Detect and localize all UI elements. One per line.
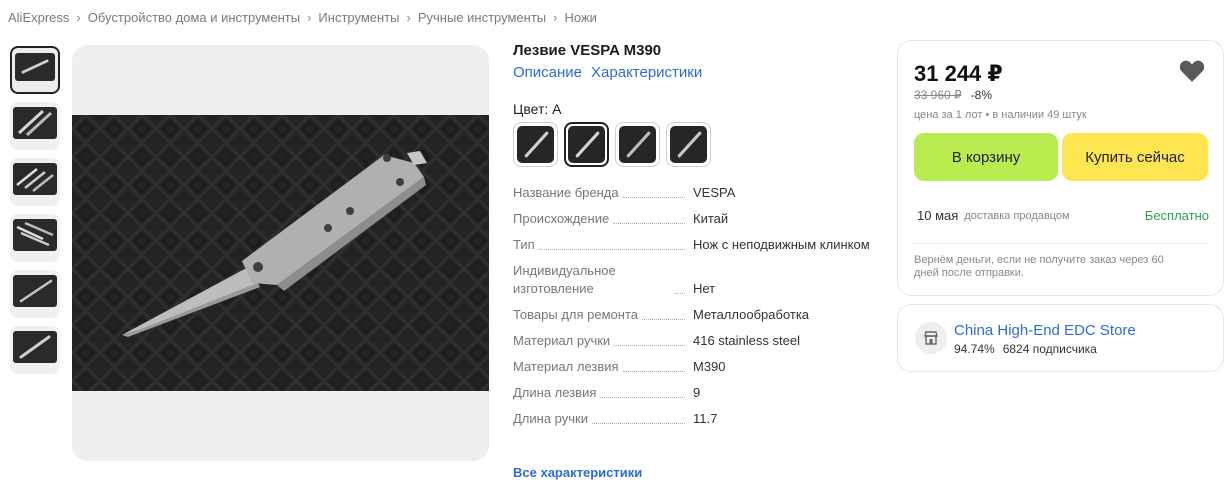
color-label: Цвет: A [513, 101, 562, 117]
store-rating: 94.74% [954, 342, 995, 356]
delivery-method: доставка продавцом [964, 209, 1070, 222]
spec-value: 11.7 [693, 411, 718, 426]
spec-row: Материал ручки 416 stainless steel [513, 332, 873, 350]
tab-characteristics[interactable]: Характеристики [591, 64, 702, 81]
product-title: Лезвие VESPA M390 [513, 42, 662, 59]
thumbnail-3[interactable] [10, 158, 60, 206]
chevron-right-icon: › [553, 10, 558, 25]
spec-name: Длина лезвия [513, 385, 597, 400]
thumbnail-4[interactable] [10, 214, 60, 262]
color-swatch-3[interactable] [615, 122, 660, 167]
breadcrumb-hand-tools[interactable]: Ручные инструменты [418, 10, 546, 25]
chevron-right-icon: › [406, 10, 411, 25]
spec-value: 9 [693, 385, 701, 400]
spec-name: Длина ручки [513, 411, 588, 426]
spec-name: Материал ручки [513, 333, 611, 348]
breadcrumb-aliexpress[interactable]: AliExpress [8, 10, 69, 25]
chevron-right-icon: › [76, 10, 81, 25]
spec-value: M390 [693, 359, 726, 374]
thumbnail-image [13, 219, 57, 251]
thumbnail-image [13, 275, 57, 307]
store-icon [915, 322, 947, 354]
main-product-image[interactable] [72, 45, 489, 461]
tab-description[interactable]: Описание [513, 64, 582, 81]
heart-icon[interactable] [1179, 59, 1205, 83]
thumbnail-5[interactable] [10, 270, 60, 318]
thumbnail-image [13, 331, 57, 363]
breadcrumb-home-tools[interactable]: Обустройство дома и инструменты [88, 10, 300, 25]
knife-photo [72, 115, 489, 391]
spec-name: Материал лезвия [513, 359, 619, 374]
spec-value: Нет [693, 281, 716, 296]
spec-name: Происхождение [513, 211, 610, 226]
color-swatches [513, 122, 711, 167]
add-to-cart-button[interactable]: В корзину [914, 133, 1058, 181]
spec-value: Китай [693, 211, 729, 226]
color-swatch-1[interactable] [513, 122, 558, 167]
spec-name: Тип [513, 237, 535, 252]
breadcrumb-tools[interactable]: Инструменты [318, 10, 399, 25]
buy-box: 31 244 ₽ 33 960 ₽ -8% цена за 1 лот • в … [897, 40, 1224, 296]
swatch-image [619, 126, 656, 163]
color-value: A [552, 101, 562, 117]
old-price-row: 33 960 ₽ -8% [914, 88, 992, 102]
color-swatch-2[interactable] [564, 122, 609, 167]
spec-row: Длина ручки 11.7 [513, 410, 873, 428]
divider [914, 243, 1207, 244]
swatch-image [568, 126, 605, 163]
color-label-text: Цвет: [513, 101, 549, 117]
thumbnail-1[interactable] [10, 46, 60, 94]
spec-value: VESPA [693, 185, 736, 200]
spec-name: Название бренда [513, 185, 619, 200]
all-specs-link[interactable]: Все характеристики [513, 465, 642, 480]
store-card[interactable]: China High-End EDC Store 94.74% 6824 под… [897, 304, 1224, 372]
swatch-image [670, 126, 707, 163]
price: 31 244 ₽ [914, 61, 1003, 86]
lot-info: цена за 1 лот • в наличии 49 штук [914, 109, 1087, 121]
delivery-date: 10 мая [917, 208, 959, 223]
store-name[interactable]: China High-End EDC Store [954, 322, 1136, 339]
spec-row: Длина лезвия 9 [513, 384, 873, 402]
spec-name: Индивидуальное изготовление [513, 263, 616, 296]
swatch-image [517, 126, 554, 163]
spec-row: Товары для ремонта Металлообработка [513, 306, 873, 324]
guarantee-text: Вернём деньги, если не получите заказ че… [914, 254, 1164, 279]
discount-badge: -8% [970, 88, 993, 102]
product-tabs: Описание Характеристики [513, 64, 702, 81]
spec-row: Тип Нож с неподвижным клинком [513, 236, 873, 254]
delivery-row: 10 мая доставка продавцом Бесплатно [917, 208, 1209, 223]
thumbnail-list [10, 46, 62, 382]
spec-name: Товары для ремонта [513, 307, 638, 322]
chevron-right-icon: › [307, 10, 312, 25]
spec-row: Материал лезвия M390 [513, 358, 873, 376]
thumbnail-6[interactable] [10, 326, 60, 374]
thumbnail-image [15, 53, 55, 81]
breadcrumb-knives[interactable]: Ножи [564, 10, 596, 25]
breadcrumb: AliExpress › Обустройство дома и инструм… [8, 10, 597, 25]
thumbnail-image [13, 107, 57, 139]
buy-now-button[interactable]: Купить сейчас [1062, 133, 1208, 181]
color-swatch-4[interactable] [666, 122, 711, 167]
thumbnail-image [13, 163, 57, 195]
spec-value: Нож с неподвижным клинком [693, 237, 870, 252]
spec-row: Индивидуальное изготовление Нет [513, 262, 873, 298]
thumbnail-2[interactable] [10, 102, 60, 150]
store-subscribers: 6824 подписчика [1002, 342, 1097, 356]
spec-value: 416 stainless steel [693, 333, 800, 348]
spec-row: Происхождение Китай [513, 210, 873, 228]
delivery-price: Бесплатно [1144, 208, 1209, 223]
old-price: 33 960 ₽ [914, 88, 962, 102]
spec-value: Металлообработка [693, 307, 810, 322]
specs-list: Название бренда VESPA Происхождение Кита… [513, 184, 873, 436]
store-meta: 94.74% 6824 подписчика [954, 342, 1097, 356]
spec-row: Название бренда VESPA [513, 184, 873, 202]
